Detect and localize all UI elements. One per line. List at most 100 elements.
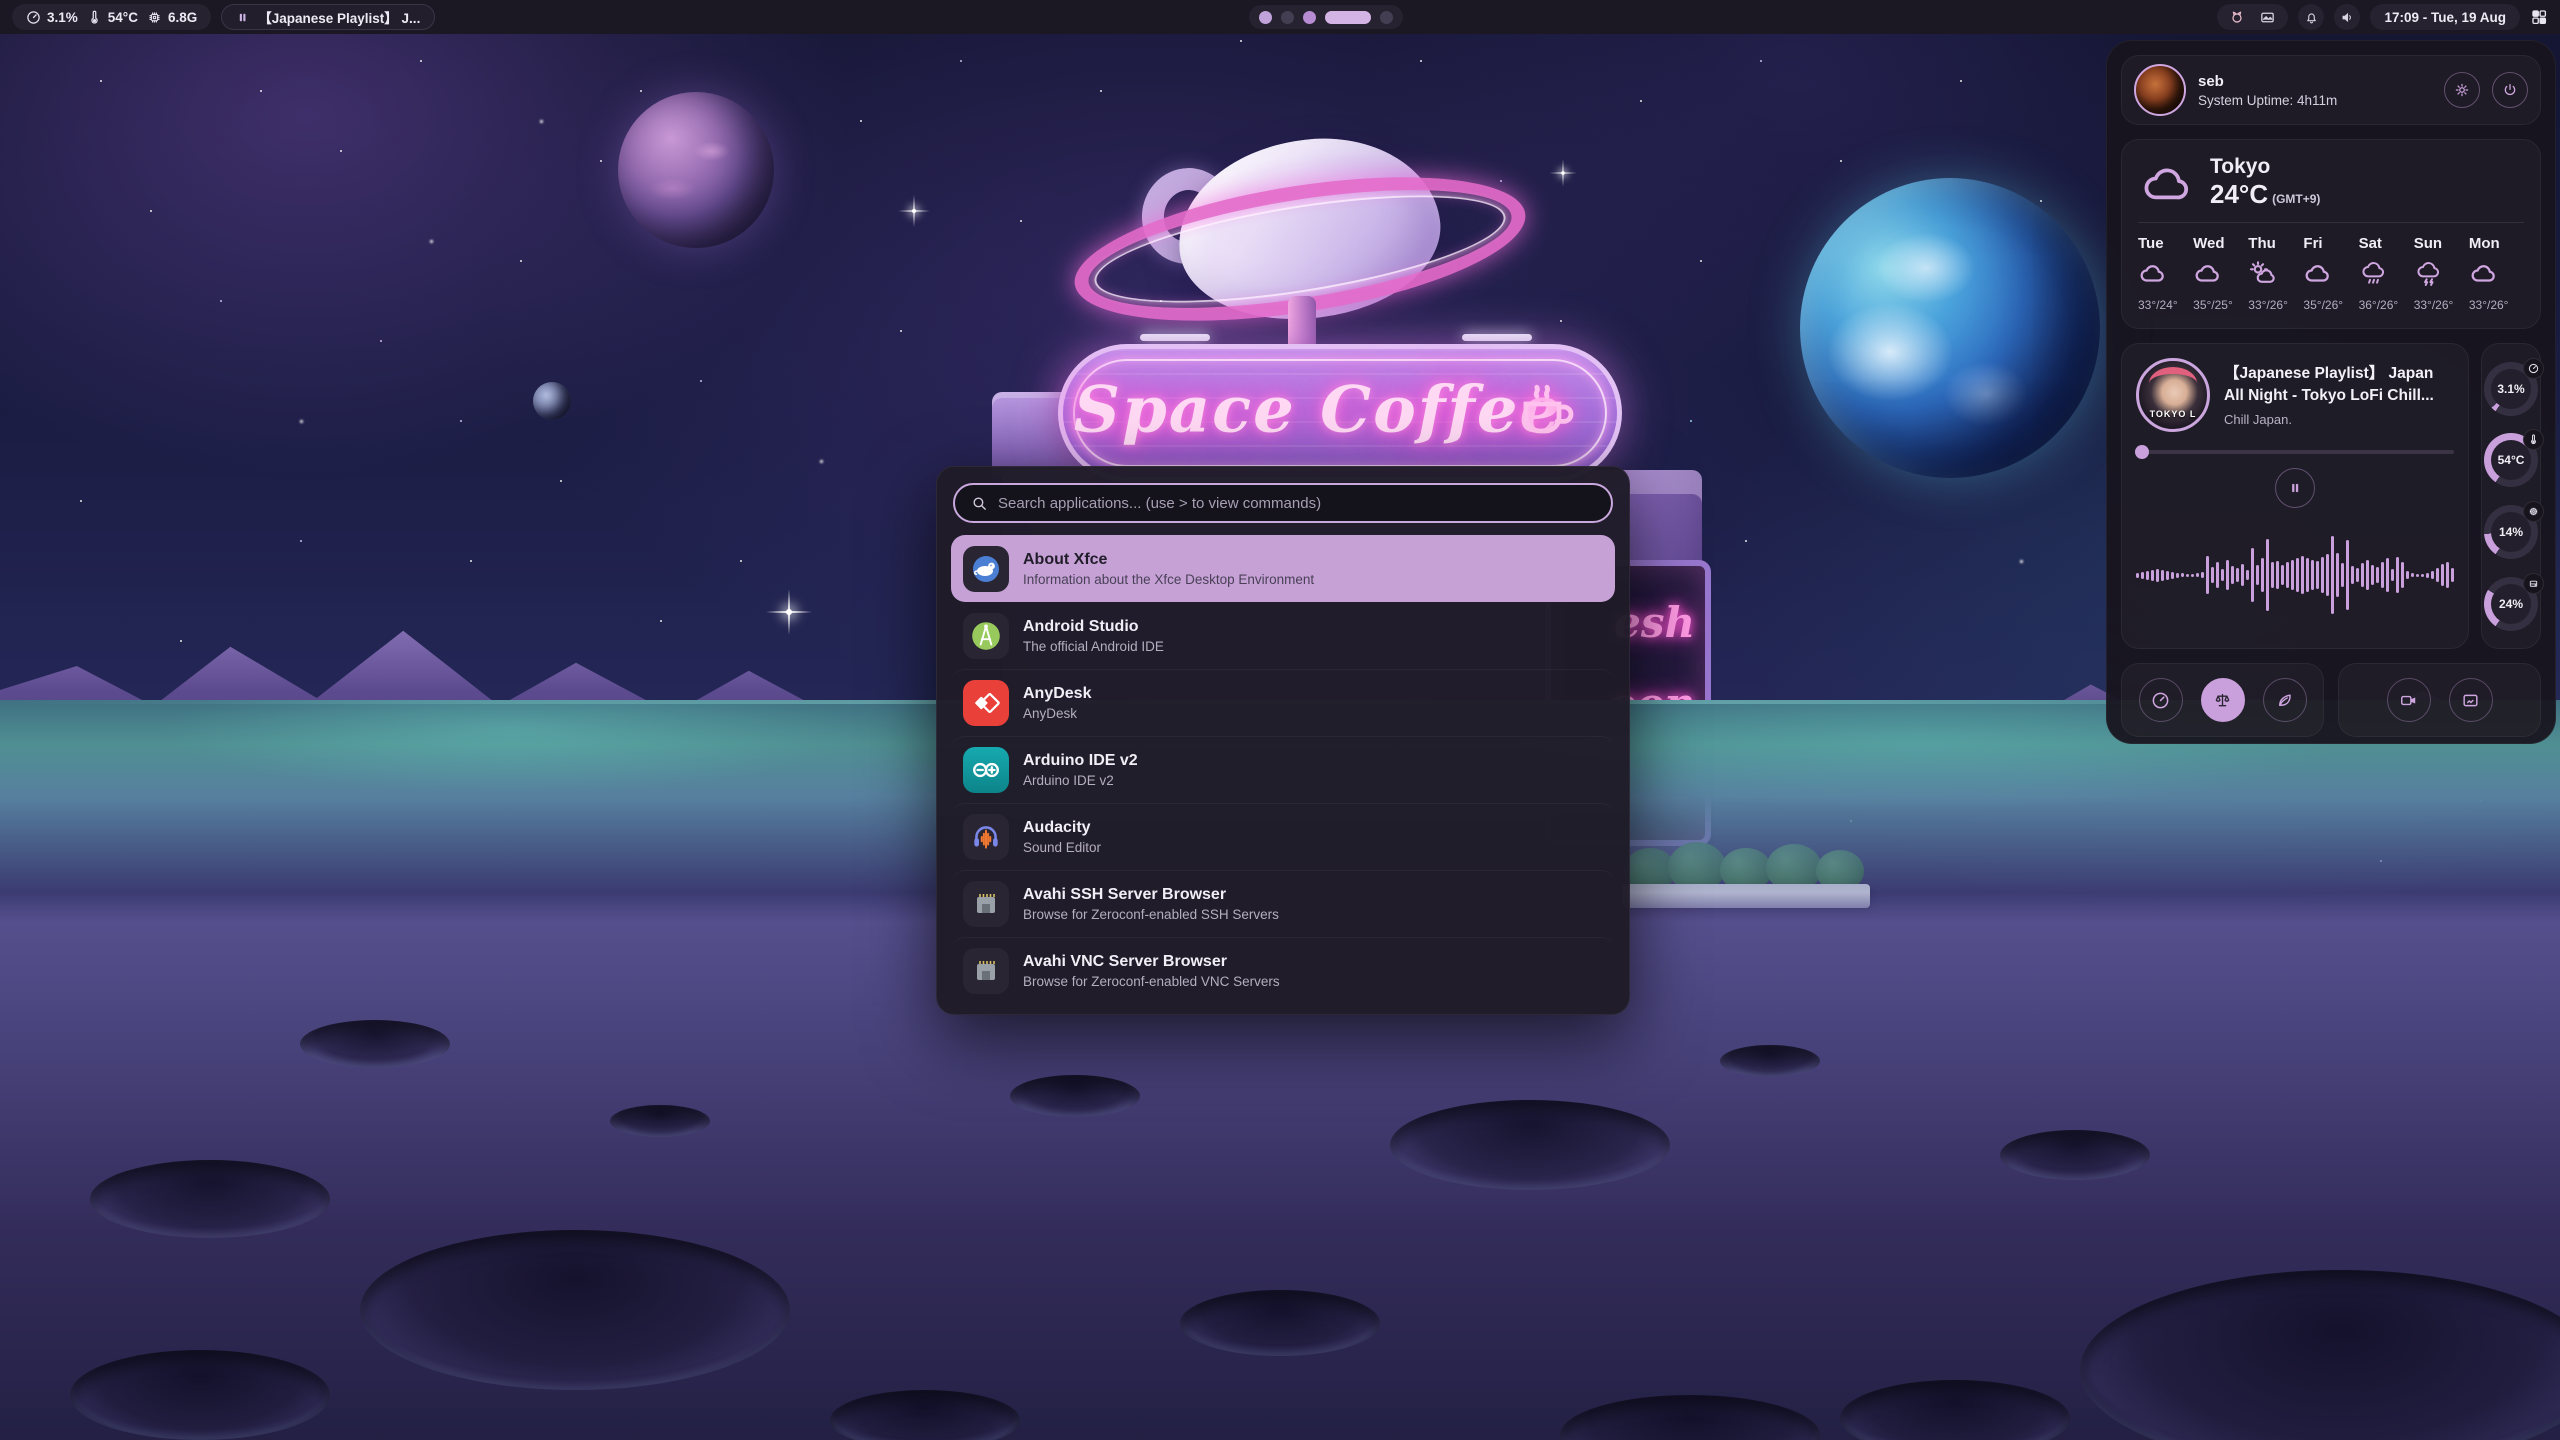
screenshot-button[interactable]: [2449, 678, 2493, 722]
small-moon: [533, 382, 571, 420]
pause-icon: [2288, 481, 2302, 495]
screen-icon: [2461, 691, 2480, 710]
thermometer-icon: [87, 10, 102, 25]
search-box[interactable]: [953, 483, 1613, 523]
power-button[interactable]: [2492, 72, 2528, 108]
memory-gauge: 14%: [2484, 505, 2538, 559]
weather-card: Tokyo 24°C (GMT+9) Tue 33°/24° Wed 35°/25…: [2121, 139, 2541, 329]
sign-lamp: [1140, 334, 1210, 341]
app-row-about-xfce[interactable]: About XfceInformation about the Xfce Des…: [951, 535, 1615, 602]
crater: [1180, 1290, 1380, 1356]
user-name: seb: [2198, 73, 2432, 90]
crater: [610, 1105, 710, 1137]
thermometer-icon: [2528, 434, 2539, 445]
weather-temp: 24°C: [2210, 179, 2268, 209]
user-card: seb System Uptime: 4h11m: [2121, 55, 2541, 125]
bell-icon: [2304, 10, 2319, 25]
app-row-android-studio[interactable]: Android StudioThe official Android IDE: [951, 602, 1615, 669]
balanced-profile-button[interactable]: [2201, 678, 2245, 722]
visualizer: [2136, 516, 2454, 634]
cloud-icon: [2193, 260, 2223, 286]
settings-button[interactable]: [2444, 72, 2480, 108]
workspace-dot[interactable]: [1259, 11, 1272, 24]
cloud-icon: [2303, 260, 2333, 286]
forecast-row: Tue 33°/24° Wed 35°/25° Thu 33°/26° Fri …: [2138, 235, 2524, 312]
android-studio-icon: [963, 613, 1009, 659]
speaker-icon: [2340, 10, 2355, 25]
music-card: TOKYO L 【Japanese Playlist】 Japan All Ni…: [2121, 343, 2469, 649]
top-bar: 3.1% 54°C 6.8G 【Japanese Playlist】 J...: [0, 0, 2560, 34]
sparkle-star: [1549, 159, 1577, 187]
forecast-day: Sun 33°/26°: [2414, 235, 2469, 312]
search-input[interactable]: [998, 495, 1595, 512]
crater: [70, 1350, 330, 1440]
forecast-day: Sat 36°/26°: [2359, 235, 2414, 312]
forecast-day: Mon 33°/26°: [2469, 235, 2524, 312]
powersave-profile-button[interactable]: [2263, 678, 2307, 722]
cpu-temp-stat: 54°C: [87, 10, 138, 25]
workspace-dots[interactable]: [1249, 5, 1403, 29]
crater: [90, 1160, 330, 1238]
cat-icon[interactable]: [2229, 9, 2245, 25]
app-list: About XfceInformation about the Xfce Des…: [937, 533, 1629, 1018]
app-row-audacity[interactable]: AudacitySound Editor: [951, 803, 1615, 870]
notifications-button[interactable]: [2298, 4, 2324, 30]
cpu-gauge: 3.1%: [2484, 362, 2538, 416]
progress-fill: [2136, 450, 2142, 454]
track-artist: Chill Japan.: [2224, 412, 2454, 427]
workspace-dot-active[interactable]: [1325, 11, 1371, 24]
sparkle-star: [898, 195, 930, 227]
leaf-icon: [2275, 691, 2294, 710]
gauge-icon: [26, 10, 41, 25]
tray-icons-pill[interactable]: [2217, 4, 2288, 30]
crater: [1390, 1100, 1670, 1190]
app-row-avahi-vnc[interactable]: Avahi VNC Server BrowserBrowse for Zeroc…: [951, 937, 1615, 1004]
scales-icon: [2213, 691, 2232, 710]
space-coffee-sign: Space Coffee: [1058, 344, 1622, 482]
system-stats-pill[interactable]: 3.1% 54°C 6.8G: [12, 4, 211, 30]
play-pause-button[interactable]: [2275, 468, 2315, 508]
capture-card: [2338, 663, 2541, 737]
cloud-icon: [2469, 260, 2499, 286]
app-row-anydesk[interactable]: AnyDeskAnyDesk: [951, 669, 1615, 736]
gauge-icon: [2151, 691, 2170, 710]
weather-timezone: (GMT+9): [2272, 192, 2320, 206]
workspace-dot[interactable]: [1303, 11, 1316, 24]
album-art[interactable]: TOKYO L: [2136, 358, 2210, 432]
search-icon: [971, 495, 988, 512]
dashboard-grid-icon[interactable]: [2530, 8, 2548, 26]
now-playing-pill[interactable]: 【Japanese Playlist】 J...: [221, 4, 435, 30]
disk-icon: [2528, 578, 2539, 589]
workspace-dot[interactable]: [1380, 11, 1393, 24]
workspace-dot[interactable]: [1281, 11, 1294, 24]
xfce-mouse-icon: [963, 546, 1009, 592]
gauge-icon: [2528, 363, 2539, 374]
rain-cloud-icon: [2359, 260, 2389, 288]
volume-button[interactable]: [2334, 4, 2360, 30]
network-port-icon: [963, 881, 1009, 927]
app-row-avahi-ssh[interactable]: Avahi SSH Server BrowserBrowse for Zeroc…: [951, 870, 1615, 937]
partly-sunny-icon: [2248, 260, 2278, 286]
sparkle-star: [766, 589, 812, 635]
avatar[interactable]: [2134, 64, 2186, 116]
video-camera-icon: [2399, 691, 2418, 710]
chip-icon: [2528, 506, 2539, 517]
audacity-icon: [963, 814, 1009, 860]
pause-icon: [236, 11, 249, 24]
crater: [360, 1230, 790, 1390]
app-row-arduino[interactable]: Arduino IDE v2Arduino IDE v2: [951, 736, 1615, 803]
forecast-day: Thu 33°/26°: [2248, 235, 2303, 312]
app-launcher: About XfceInformation about the Xfce Des…: [936, 466, 1630, 1015]
crater: [300, 1020, 450, 1068]
forecast-day: Wed 35°/25°: [2193, 235, 2248, 312]
sign-lamp: [1462, 334, 1532, 341]
wallpaper-icon[interactable]: [2259, 9, 2276, 26]
weather-city: Tokyo: [2210, 154, 2320, 179]
performance-profile-button[interactable]: [2139, 678, 2183, 722]
clock-pill[interactable]: 17:09 - Tue, 19 Aug: [2370, 4, 2520, 30]
system-gauges-card: 3.1% 54°C 14% 24%: [2481, 343, 2541, 649]
seek-bar[interactable]: [2136, 450, 2454, 454]
screen-record-button[interactable]: [2387, 678, 2431, 722]
cpu-usage-stat: 3.1%: [26, 10, 78, 25]
crater: [1010, 1075, 1140, 1117]
